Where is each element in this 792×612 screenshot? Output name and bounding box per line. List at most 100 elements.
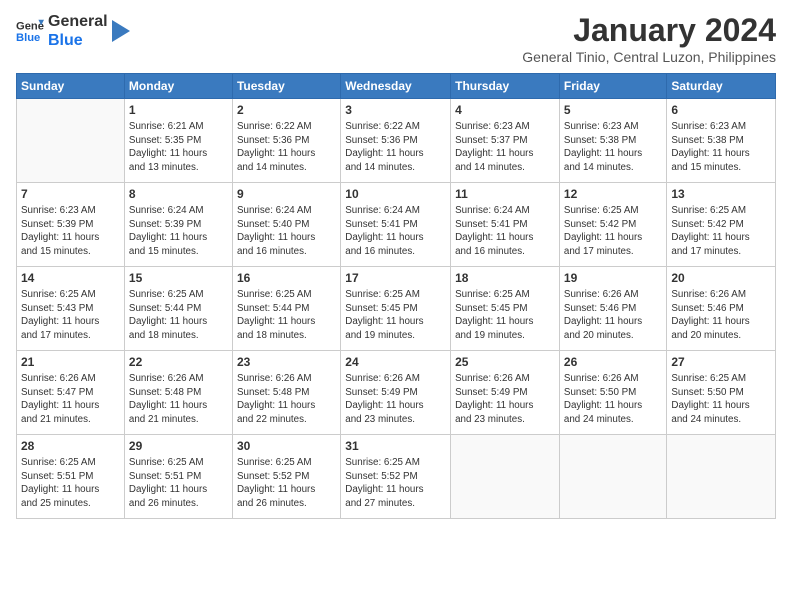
calendar-cell: 19Sunrise: 6:26 AMSunset: 5:46 PMDayligh… xyxy=(559,267,666,351)
day-info: Sunrise: 6:23 AMSunset: 5:39 PMDaylight:… xyxy=(21,204,120,259)
calendar-header-thursday: Thursday xyxy=(451,74,560,99)
day-info: Sunrise: 6:26 AMSunset: 5:48 PMDaylight:… xyxy=(129,372,228,427)
logo-arrow-icon xyxy=(112,20,130,42)
calendar-cell: 6Sunrise: 6:23 AMSunset: 5:38 PMDaylight… xyxy=(667,99,776,183)
calendar-week-row: 21Sunrise: 6:26 AMSunset: 5:47 PMDayligh… xyxy=(17,351,776,435)
day-info: Sunrise: 6:25 AMSunset: 5:51 PMDaylight:… xyxy=(129,456,228,511)
calendar-header-row: SundayMondayTuesdayWednesdayThursdayFrid… xyxy=(17,74,776,99)
calendar-cell: 28Sunrise: 6:25 AMSunset: 5:51 PMDayligh… xyxy=(17,435,125,519)
calendar-cell: 8Sunrise: 6:24 AMSunset: 5:39 PMDaylight… xyxy=(124,183,232,267)
calendar-cell: 26Sunrise: 6:26 AMSunset: 5:50 PMDayligh… xyxy=(559,351,666,435)
day-number: 17 xyxy=(345,270,446,287)
day-number: 22 xyxy=(129,354,228,371)
calendar-week-row: 1Sunrise: 6:21 AMSunset: 5:35 PMDaylight… xyxy=(17,99,776,183)
day-number: 1 xyxy=(129,102,228,119)
calendar-cell: 23Sunrise: 6:26 AMSunset: 5:48 PMDayligh… xyxy=(232,351,340,435)
calendar-cell: 21Sunrise: 6:26 AMSunset: 5:47 PMDayligh… xyxy=(17,351,125,435)
day-info: Sunrise: 6:25 AMSunset: 5:45 PMDaylight:… xyxy=(345,288,446,343)
calendar-cell: 20Sunrise: 6:26 AMSunset: 5:46 PMDayligh… xyxy=(667,267,776,351)
day-info: Sunrise: 6:25 AMSunset: 5:50 PMDaylight:… xyxy=(671,372,771,427)
day-number: 20 xyxy=(671,270,771,287)
calendar-cell: 24Sunrise: 6:26 AMSunset: 5:49 PMDayligh… xyxy=(341,351,451,435)
svg-text:Blue: Blue xyxy=(16,32,40,44)
day-number: 25 xyxy=(455,354,555,371)
calendar-header-saturday: Saturday xyxy=(667,74,776,99)
day-number: 10 xyxy=(345,186,446,203)
day-number: 9 xyxy=(237,186,336,203)
calendar-cell: 3Sunrise: 6:22 AMSunset: 5:36 PMDaylight… xyxy=(341,99,451,183)
calendar-cell: 7Sunrise: 6:23 AMSunset: 5:39 PMDaylight… xyxy=(17,183,125,267)
day-number: 26 xyxy=(564,354,662,371)
subtitle: General Tinio, Central Luzon, Philippine… xyxy=(522,49,776,65)
day-number: 2 xyxy=(237,102,336,119)
page-header: General Blue General Blue January 2024 G… xyxy=(16,12,776,65)
calendar-cell: 9Sunrise: 6:24 AMSunset: 5:40 PMDaylight… xyxy=(232,183,340,267)
day-number: 30 xyxy=(237,438,336,455)
day-info: Sunrise: 6:22 AMSunset: 5:36 PMDaylight:… xyxy=(345,120,446,175)
calendar-header-wednesday: Wednesday xyxy=(341,74,451,99)
calendar-week-row: 28Sunrise: 6:25 AMSunset: 5:51 PMDayligh… xyxy=(17,435,776,519)
calendar-cell: 1Sunrise: 6:21 AMSunset: 5:35 PMDaylight… xyxy=(124,99,232,183)
calendar-cell: 2Sunrise: 6:22 AMSunset: 5:36 PMDaylight… xyxy=(232,99,340,183)
logo-text-general: General xyxy=(48,12,108,31)
day-info: Sunrise: 6:25 AMSunset: 5:52 PMDaylight:… xyxy=(237,456,336,511)
calendar-cell: 4Sunrise: 6:23 AMSunset: 5:37 PMDaylight… xyxy=(451,99,560,183)
day-info: Sunrise: 6:21 AMSunset: 5:35 PMDaylight:… xyxy=(129,120,228,175)
day-number: 15 xyxy=(129,270,228,287)
day-number: 6 xyxy=(671,102,771,119)
day-info: Sunrise: 6:24 AMSunset: 5:41 PMDaylight:… xyxy=(345,204,446,259)
calendar-cell xyxy=(451,435,560,519)
calendar-header-friday: Friday xyxy=(559,74,666,99)
day-info: Sunrise: 6:24 AMSunset: 5:40 PMDaylight:… xyxy=(237,204,336,259)
calendar-header-monday: Monday xyxy=(124,74,232,99)
calendar-cell: 12Sunrise: 6:25 AMSunset: 5:42 PMDayligh… xyxy=(559,183,666,267)
day-info: Sunrise: 6:23 AMSunset: 5:38 PMDaylight:… xyxy=(564,120,662,175)
calendar-cell: 30Sunrise: 6:25 AMSunset: 5:52 PMDayligh… xyxy=(232,435,340,519)
day-info: Sunrise: 6:25 AMSunset: 5:51 PMDaylight:… xyxy=(21,456,120,511)
day-number: 12 xyxy=(564,186,662,203)
calendar-cell: 29Sunrise: 6:25 AMSunset: 5:51 PMDayligh… xyxy=(124,435,232,519)
day-number: 13 xyxy=(671,186,771,203)
day-number: 21 xyxy=(21,354,120,371)
calendar-table: SundayMondayTuesdayWednesdayThursdayFrid… xyxy=(16,73,776,519)
day-number: 19 xyxy=(564,270,662,287)
calendar-cell: 13Sunrise: 6:25 AMSunset: 5:42 PMDayligh… xyxy=(667,183,776,267)
day-info: Sunrise: 6:25 AMSunset: 5:42 PMDaylight:… xyxy=(671,204,771,259)
day-number: 24 xyxy=(345,354,446,371)
calendar-cell xyxy=(667,435,776,519)
day-number: 31 xyxy=(345,438,446,455)
day-number: 27 xyxy=(671,354,771,371)
title-block: January 2024 General Tinio, Central Luzo… xyxy=(522,12,776,65)
day-info: Sunrise: 6:24 AMSunset: 5:39 PMDaylight:… xyxy=(129,204,228,259)
calendar-cell xyxy=(17,99,125,183)
day-number: 3 xyxy=(345,102,446,119)
day-info: Sunrise: 6:25 AMSunset: 5:43 PMDaylight:… xyxy=(21,288,120,343)
day-info: Sunrise: 6:23 AMSunset: 5:38 PMDaylight:… xyxy=(671,120,771,175)
calendar-cell: 16Sunrise: 6:25 AMSunset: 5:44 PMDayligh… xyxy=(232,267,340,351)
calendar-cell: 5Sunrise: 6:23 AMSunset: 5:38 PMDaylight… xyxy=(559,99,666,183)
logo-text-blue: Blue xyxy=(48,31,108,50)
day-number: 7 xyxy=(21,186,120,203)
day-number: 29 xyxy=(129,438,228,455)
day-info: Sunrise: 6:26 AMSunset: 5:46 PMDaylight:… xyxy=(564,288,662,343)
day-number: 18 xyxy=(455,270,555,287)
day-info: Sunrise: 6:26 AMSunset: 5:46 PMDaylight:… xyxy=(671,288,771,343)
day-number: 5 xyxy=(564,102,662,119)
calendar-cell: 14Sunrise: 6:25 AMSunset: 5:43 PMDayligh… xyxy=(17,267,125,351)
calendar-header-tuesday: Tuesday xyxy=(232,74,340,99)
day-info: Sunrise: 6:24 AMSunset: 5:41 PMDaylight:… xyxy=(455,204,555,259)
day-info: Sunrise: 6:22 AMSunset: 5:36 PMDaylight:… xyxy=(237,120,336,175)
day-info: Sunrise: 6:25 AMSunset: 5:45 PMDaylight:… xyxy=(455,288,555,343)
calendar-week-row: 14Sunrise: 6:25 AMSunset: 5:43 PMDayligh… xyxy=(17,267,776,351)
day-number: 16 xyxy=(237,270,336,287)
calendar-cell: 27Sunrise: 6:25 AMSunset: 5:50 PMDayligh… xyxy=(667,351,776,435)
day-info: Sunrise: 6:26 AMSunset: 5:47 PMDaylight:… xyxy=(21,372,120,427)
calendar-cell xyxy=(559,435,666,519)
calendar-cell: 31Sunrise: 6:25 AMSunset: 5:52 PMDayligh… xyxy=(341,435,451,519)
month-title: January 2024 xyxy=(522,12,776,49)
calendar-cell: 25Sunrise: 6:26 AMSunset: 5:49 PMDayligh… xyxy=(451,351,560,435)
calendar-header-sunday: Sunday xyxy=(17,74,125,99)
day-number: 8 xyxy=(129,186,228,203)
day-info: Sunrise: 6:23 AMSunset: 5:37 PMDaylight:… xyxy=(455,120,555,175)
day-info: Sunrise: 6:25 AMSunset: 5:44 PMDaylight:… xyxy=(129,288,228,343)
